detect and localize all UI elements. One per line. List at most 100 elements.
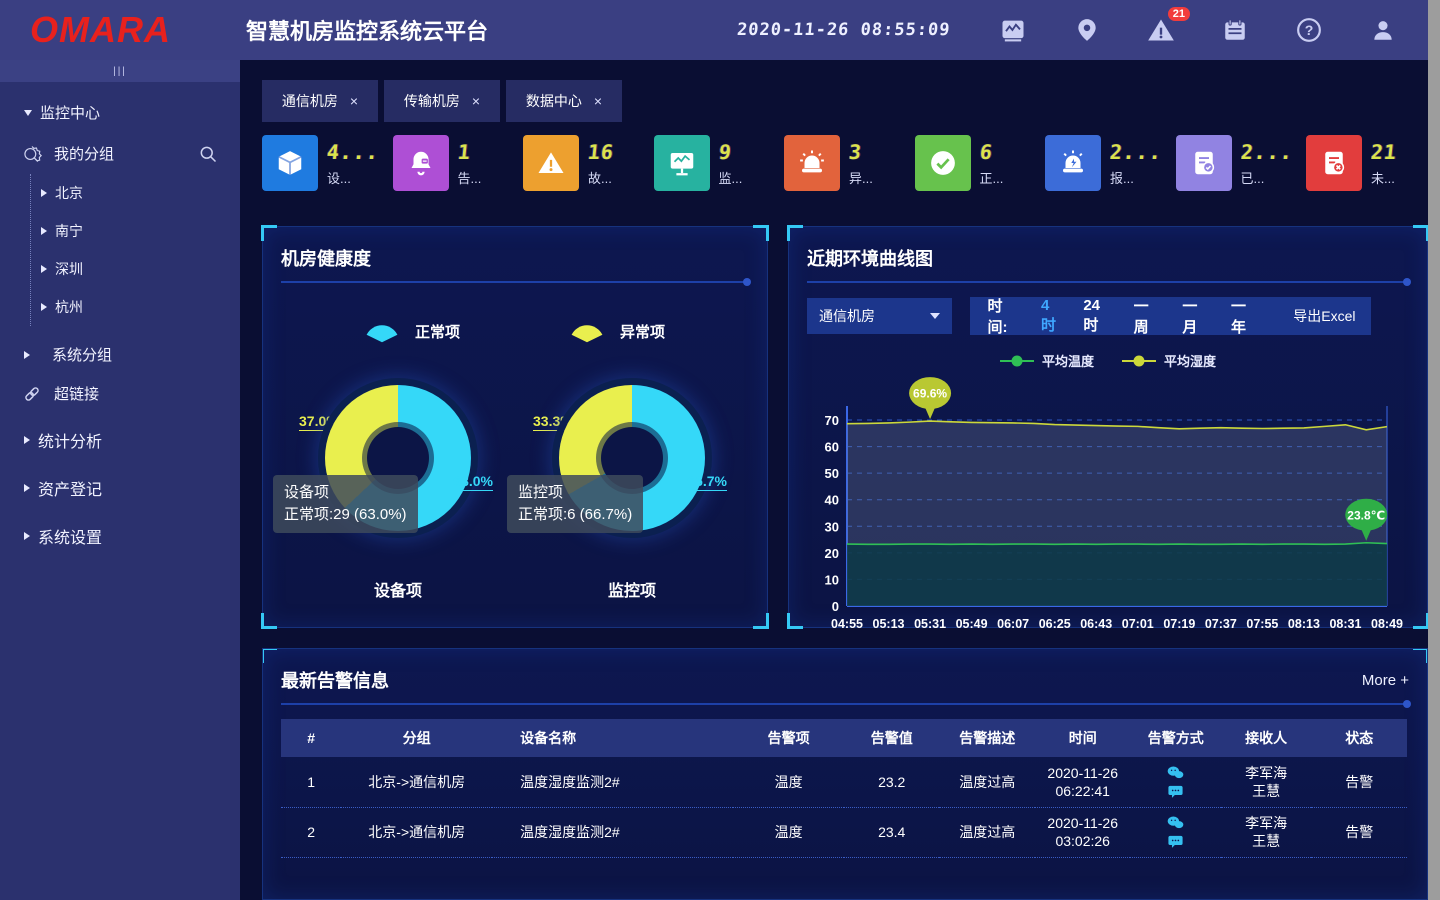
room-select-dropdown[interactable]: 通信机房 — [807, 298, 952, 334]
health-panel-title: 机房健康度 — [281, 245, 749, 271]
sms-icon[interactable] — [1167, 784, 1184, 799]
env-line-chart[interactable]: 01020304050607004:5505:1305:3105:4906:07… — [807, 372, 1407, 634]
donut-tooltip: 设备项 正常项:29 (63.0%) — [273, 475, 418, 533]
alarm-lamp-icon — [1045, 135, 1101, 191]
legend-avg-temperature[interactable]: 平均温度 — [1000, 351, 1094, 370]
more-link[interactable]: More + — [1362, 672, 1409, 689]
time-option-month[interactable]: 一月 — [1182, 295, 1211, 337]
sms-icon[interactable] — [1167, 834, 1184, 849]
time-option-24h[interactable]: 24时 — [1083, 297, 1113, 335]
time-range-selector: 时间: 4时 24时 一周 一月 一年 — [970, 297, 1278, 335]
alerts-panel: 最新告警信息 More + # 分组 设备名称 告警项 告警值 告警描述 时间 … — [262, 648, 1428, 900]
monitor-icon — [654, 135, 710, 191]
tab-data-center[interactable]: 数据中心× — [506, 80, 622, 122]
corner-decoration — [753, 225, 769, 241]
stat-card-handled[interactable]: 2...已... — [1176, 135, 1298, 191]
svg-text:0: 0 — [832, 599, 839, 614]
alerts-table: # 分组 设备名称 告警项 告警值 告警描述 时间 告警方式 接收人 状态 1 — [281, 719, 1407, 858]
donut-name-monitors: 监控项 — [515, 577, 749, 601]
sidebar-item-stat-analysis[interactable]: 统计分析 — [0, 404, 240, 452]
help-icon[interactable]: ? — [1294, 15, 1324, 45]
monitor-chart-icon[interactable] — [998, 15, 1028, 45]
dashboard: OMARA 智慧机房监控系统云平台 2020-11-26 08:55:09 21… — [0, 0, 1440, 900]
close-icon[interactable]: × — [472, 93, 480, 109]
sidebar-item-system-settings[interactable]: 系统设置 — [0, 500, 240, 548]
svg-text:07:37: 07:37 — [1205, 617, 1237, 631]
chevron-right-icon — [41, 189, 47, 197]
svg-text:10: 10 — [825, 572, 839, 587]
search-icon[interactable] — [198, 144, 218, 164]
svg-text:08:13: 08:13 — [1288, 617, 1320, 631]
datetime-display: 2020-11-26 08:55:09 — [736, 20, 951, 40]
status-badge: 告警 — [1311, 807, 1407, 857]
svg-text:20: 20 — [825, 546, 839, 561]
time-option-week[interactable]: 一周 — [1134, 295, 1163, 337]
sidebar-item-hyperlink[interactable]: 超链接 — [0, 365, 240, 404]
stat-card-unhandled[interactable]: 21未... — [1306, 135, 1428, 191]
sidebar-item-nanning[interactable]: 南宁 — [41, 212, 240, 250]
table-row[interactable]: 2 北京->通信机房 温度湿度监测2# 温度 23.4 温度过高 2020-11… — [281, 807, 1407, 857]
tab-transmission-room[interactable]: 传输机房× — [384, 80, 500, 122]
stat-card-abnormal[interactable]: 3异... — [784, 135, 906, 191]
time-label: 时间: — [988, 295, 1021, 337]
tab-comm-room[interactable]: 通信机房× — [262, 80, 378, 122]
title-underline — [281, 703, 1409, 705]
wechat-icon[interactable] — [1167, 765, 1184, 780]
close-icon[interactable]: × — [350, 93, 358, 109]
sidebar-collapse-handle[interactable]: ||| — [0, 60, 240, 82]
legend-abnormal[interactable]: 异常项 — [570, 317, 665, 345]
user-icon[interactable] — [1368, 15, 1398, 45]
stat-card-alarms[interactable]: 1告... — [393, 135, 515, 191]
close-icon[interactable]: × — [594, 93, 602, 109]
time-option-4h[interactable]: 4时 — [1041, 297, 1063, 335]
svg-text:07:01: 07:01 — [1122, 617, 1154, 631]
svg-text:06:07: 06:07 — [997, 617, 1029, 631]
donut-monitors: 33.3% 66.7% 监控项 正常项:6 (66.7%) — [515, 371, 749, 573]
sidebar-item-beijing[interactable]: 北京 — [41, 174, 240, 212]
tab-bar: 通信机房× 传输机房× 数据中心× — [262, 80, 1428, 122]
bell-icon — [393, 135, 449, 191]
table-row[interactable]: 1 北京->通信机房 温度湿度监测2# 温度 23.2 温度过高 2020-11… — [281, 757, 1407, 807]
corner-decoration — [753, 613, 769, 629]
legend-normal[interactable]: 正常项 — [365, 317, 460, 345]
corner-decoration — [261, 225, 277, 241]
wechat-icon[interactable] — [1167, 815, 1184, 830]
svg-text:70: 70 — [825, 413, 839, 428]
alert-icon[interactable]: 21 — [1146, 15, 1176, 45]
stat-card-normal[interactable]: 6正... — [915, 135, 1037, 191]
page-scrollbar[interactable] — [1428, 0, 1440, 900]
chevron-right-icon — [24, 532, 30, 540]
env-panel-title: 近期环境曲线图 — [807, 245, 1409, 271]
top-header: OMARA 智慧机房监控系统云平台 2020-11-26 08:55:09 21… — [0, 0, 1428, 60]
calendar-icon[interactable] — [1220, 15, 1250, 45]
svg-text:69.6%: 69.6% — [913, 387, 947, 401]
chevron-right-icon — [24, 484, 30, 492]
sidebar-item-asset-register[interactable]: 资产登记 — [0, 452, 240, 500]
sidebar-item-shenzhen[interactable]: 深圳 — [41, 250, 240, 288]
export-excel-button[interactable]: 导出Excel — [1278, 297, 1371, 335]
sidebar-item-monitor-center[interactable]: 监控中心 — [0, 82, 240, 123]
sidebar-item-my-group[interactable]: 我的分组 — [0, 123, 240, 164]
stat-card-monitors[interactable]: 9监... — [654, 135, 776, 191]
legend-avg-humidity[interactable]: 平均湿度 — [1122, 351, 1216, 370]
normal-pct-label: 66.7% — [687, 473, 727, 491]
time-option-year[interactable]: 一年 — [1231, 295, 1260, 337]
stat-card-faults[interactable]: 16故... — [523, 135, 645, 191]
stat-card-devices[interactable]: 4...设... — [262, 135, 384, 191]
svg-text:06:43: 06:43 — [1080, 617, 1112, 631]
stat-card-reports[interactable]: 2...报... — [1045, 135, 1167, 191]
donut-legend: 正常项 异常项 — [281, 317, 749, 345]
sidebar-item-system-group[interactable]: 系统分组 — [0, 326, 240, 365]
alert-count-badge: 21 — [1168, 7, 1190, 21]
corner-decoration — [262, 648, 277, 663]
main-content: 通信机房× 传输机房× 数据中心× 4...设... 1告... 16故... … — [240, 60, 1428, 900]
doc-check-icon — [1176, 135, 1232, 191]
svg-text:07:19: 07:19 — [1163, 617, 1195, 631]
group-tree: 北京 南宁 深圳 杭州 — [30, 174, 240, 326]
svg-text:07:55: 07:55 — [1246, 617, 1278, 631]
corner-decoration — [787, 613, 803, 629]
corner-decoration — [261, 613, 277, 629]
sidebar-item-hangzhou[interactable]: 杭州 — [41, 288, 240, 326]
location-icon[interactable] — [1072, 15, 1102, 45]
normal-pct-label: 63.0% — [453, 473, 493, 491]
